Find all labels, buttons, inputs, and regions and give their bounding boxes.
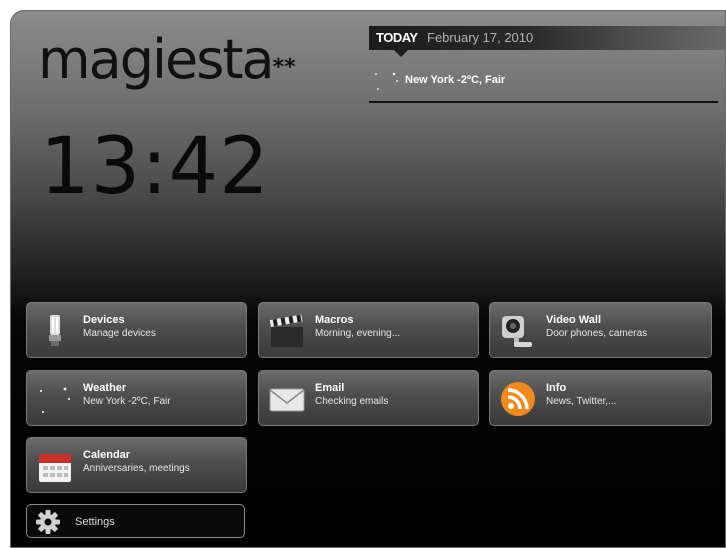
clapperboard-icon	[269, 314, 303, 347]
rss-icon	[501, 382, 535, 416]
today-date: February 17, 2010	[427, 30, 534, 45]
today-pointer	[394, 50, 408, 57]
brand-stars: **	[272, 55, 296, 80]
brand-name: magiesta	[38, 28, 275, 91]
tile-subtitle: Door phones, cameras	[546, 328, 648, 339]
tile-title: Email	[315, 382, 345, 394]
today-weather-text: New York -2ºC, Fair	[405, 74, 506, 86]
settings-button[interactable]: Settings	[26, 504, 245, 538]
today-weather[interactable]: New York -2ºC, Fair	[372, 68, 712, 94]
calendar-icon	[39, 454, 71, 482]
tile-video-wall[interactable]: Video Wall Door phones, cameras	[489, 302, 712, 358]
tile-subtitle: Anniversaries, meetings	[83, 463, 190, 474]
tile-info[interactable]: Info News, Twitter,...	[489, 370, 712, 426]
tile-email[interactable]: Email Checking emails	[258, 370, 479, 426]
light-bulb-icon	[49, 315, 61, 346]
moon-stars-icon	[40, 387, 70, 413]
tile-title: Devices	[83, 314, 125, 326]
clock-time: 13:42	[40, 122, 270, 212]
tile-macros[interactable]: Macros Morning, evening...	[258, 302, 479, 358]
tile-devices[interactable]: Devices Manage devices	[26, 302, 247, 358]
tile-title: Macros	[315, 314, 354, 326]
tile-title: Video Wall	[546, 314, 602, 326]
divider	[369, 101, 718, 103]
brand-logo: magiesta**	[38, 30, 296, 90]
tile-subtitle: Manage devices	[83, 328, 156, 339]
tile-calendar[interactable]: Calendar Anniversaries, meetings	[26, 437, 247, 493]
tile-title: Calendar	[83, 449, 131, 461]
envelope-icon	[269, 388, 305, 412]
moon-stars-icon	[375, 72, 398, 90]
app-frame: magiesta** 13:42 TODAY February 17, 2010…	[10, 10, 726, 548]
tile-subtitle: Morning, evening...	[315, 328, 401, 339]
security-camera-icon	[502, 316, 532, 347]
gear-icon	[36, 510, 60, 534]
today-header: TODAY February 17, 2010	[369, 26, 726, 50]
tile-subtitle: New York -2ºC, Fair	[83, 396, 171, 407]
today-label: TODAY	[376, 30, 418, 45]
tile-title: Weather	[83, 382, 127, 394]
tile-subtitle: News, Twitter,...	[546, 396, 617, 407]
tile-title: Info	[546, 382, 567, 394]
tile-weather[interactable]: Weather New York -2ºC, Fair	[26, 370, 247, 426]
settings-label: Settings	[75, 516, 115, 528]
tile-subtitle: Checking emails	[315, 396, 389, 407]
